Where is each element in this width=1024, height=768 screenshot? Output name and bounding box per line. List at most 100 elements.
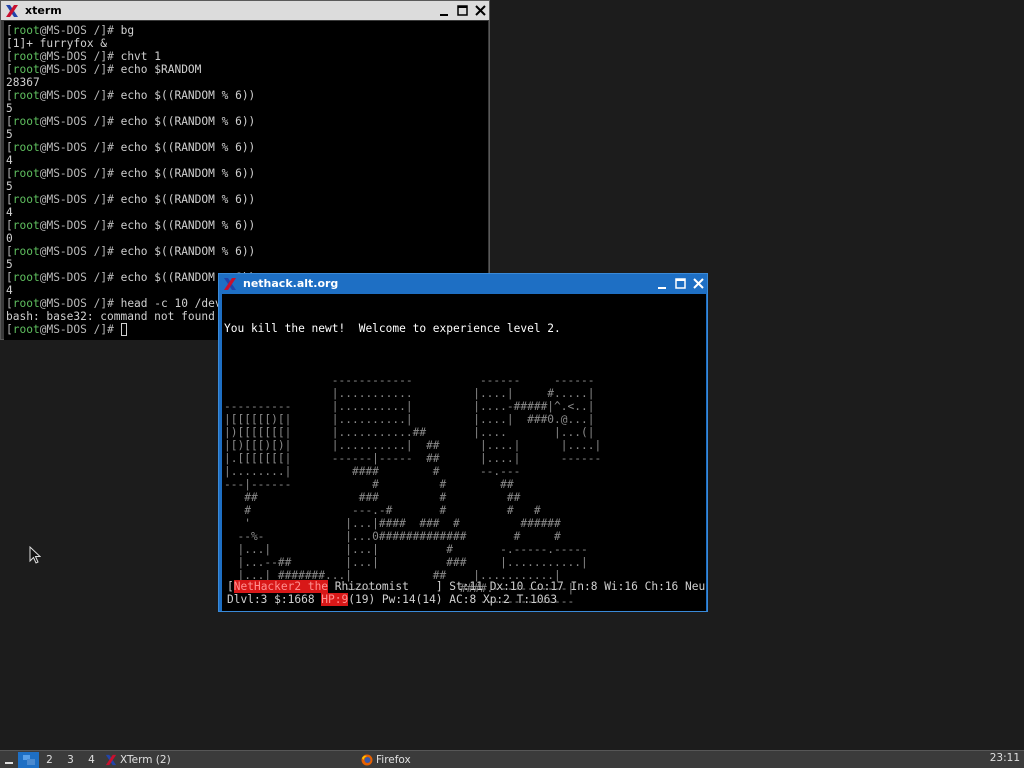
workspace-1[interactable]: [18, 751, 39, 768]
command-text: chvt 1: [120, 50, 161, 63]
prompt-line: [root@MS-DOS /]# echo $((RANDOM % 6)): [6, 219, 488, 232]
command-text: echo $((RANDOM % 6)): [120, 115, 256, 128]
prompt-host: MS-DOS: [46, 323, 87, 336]
prompt-line: [root@MS-DOS /]# echo $((RANDOM % 6)): [6, 89, 488, 102]
map-row: # ---.-# # # #: [224, 504, 541, 517]
prompt-host: MS-DOS: [46, 141, 87, 154]
prompt-user: root: [12, 63, 40, 76]
prompt-bracket: [: [6, 50, 13, 63]
status-line-2: Dlvl:3 $:1668 HP:9(19) Pw:14(14) AC:8 Xp…: [227, 593, 557, 606]
prompt-host: MS-DOS: [46, 167, 87, 180]
map-row: |[)[[[)[)| |..........| ## |....| |....|: [224, 439, 602, 452]
prompt-line: [root@MS-DOS /]# echo $((RANDOM % 6)): [6, 115, 488, 128]
map-row: ---|------ # # ##: [224, 478, 514, 491]
map-row: |...--## |...| ### |...........|: [224, 556, 588, 569]
map-row: ------------ ------ ------: [224, 374, 595, 387]
x-icon: [105, 754, 117, 765]
command-text: bg: [120, 24, 135, 37]
task-xterm[interactable]: XTerm (2): [102, 752, 358, 768]
workspace-4[interactable]: 4: [81, 752, 102, 768]
command-text: echo $((RANDOM % 6)): [120, 167, 256, 180]
prompt-bracket: ]#: [100, 63, 121, 76]
prompt-line: [root@MS-DOS /]# echo $RANDOM: [6, 63, 488, 76]
output-line: 5: [6, 180, 13, 193]
map-row: |[[[[[[)[| |..........| |....| ###0.@...…: [224, 413, 595, 426]
prompt-bracket: [: [6, 89, 13, 102]
show-desktop-button[interactable]: [0, 752, 18, 768]
map-row: |.[[[[[[[| ------|----- ## |....| ------: [224, 452, 602, 465]
close-icon: [692, 278, 704, 289]
prompt-path: /: [86, 193, 101, 206]
map-row: |........| #### # --.---: [224, 465, 521, 478]
close-button[interactable]: [471, 2, 489, 19]
taskbar: 2 3 4 XTerm (2) Firefox 23:11: [0, 750, 1024, 768]
prompt-user: root: [12, 89, 40, 102]
prompt-host: MS-DOS: [46, 245, 87, 258]
map-row: |........... |....| #.....|: [224, 387, 595, 400]
prompt-path: /: [86, 219, 101, 232]
output-line: 5: [6, 102, 13, 115]
text-cursor: [120, 323, 128, 336]
nethack-message: You kill the newt! Welcome to experience…: [224, 322, 561, 335]
prompt-path: /: [86, 245, 101, 258]
prompt-user: root: [12, 115, 40, 128]
prompt-bracket: [: [6, 219, 13, 232]
prompt-bracket: [: [6, 297, 13, 310]
prompt-line: [root@MS-DOS /]# chvt 1: [6, 50, 488, 63]
prompt-line: [root@MS-DOS /]# bg: [6, 24, 488, 37]
nethack-terminal[interactable]: You kill the newt! Welcome to experience…: [222, 294, 706, 611]
maximize-button[interactable]: [671, 275, 689, 292]
output-line: [1]+ furryfox &: [6, 37, 108, 50]
prompt-host: MS-DOS: [46, 89, 87, 102]
xterm-titlebar[interactable]: xterm: [1, 1, 489, 20]
prompt-path: /: [86, 24, 101, 37]
prompt-path: /: [86, 89, 101, 102]
map-row: |...| |...| # -.-----.-----: [224, 543, 588, 556]
output-line: 0: [6, 232, 13, 245]
prompt-bracket: [: [6, 323, 13, 336]
prompt-host: MS-DOS: [46, 219, 87, 232]
player-stats: Rhizotomist ] St:11 Dx:10 Co:17 In:8 Wi:…: [328, 580, 706, 593]
prompt-bracket: [: [6, 24, 13, 37]
prompt-bracket: ]#: [100, 24, 121, 37]
close-icon: [474, 5, 486, 16]
prompt-bracket: ]#: [100, 219, 121, 232]
prompt-bracket: ]#: [100, 115, 121, 128]
maximize-button[interactable]: [453, 2, 471, 19]
prompt-path: /: [86, 271, 101, 284]
firefox-icon: [361, 754, 373, 765]
clock[interactable]: 23:11: [990, 752, 1020, 764]
prompt-user: root: [12, 167, 40, 180]
minimize-button[interactable]: [435, 2, 453, 19]
hit-points: HP:9: [321, 593, 349, 606]
output-line: 28367: [6, 76, 40, 89]
prompt-bracket: ]#: [100, 297, 121, 310]
minimize-icon: [440, 13, 448, 16]
prompt-user: root: [12, 193, 40, 206]
prompt-path: /: [86, 50, 101, 63]
minimize-button[interactable]: [653, 275, 671, 292]
workspace-2[interactable]: 2: [39, 752, 60, 768]
map-row: ' |...|#### ### # ######: [224, 517, 561, 530]
output-line: 4: [6, 154, 13, 167]
close-button[interactable]: [689, 275, 707, 292]
nethack-titlebar[interactable]: nethack.alt.org: [219, 274, 707, 293]
workspace-3[interactable]: 3: [60, 752, 81, 768]
prompt-path: /: [86, 63, 101, 76]
task-firefox[interactable]: Firefox: [358, 752, 658, 768]
prompt-user: root: [12, 141, 40, 154]
prompt-bracket: ]#: [100, 50, 121, 63]
prompt-bracket: ]#: [100, 245, 121, 258]
nethack-window[interactable]: nethack.alt.org You kill the newt! Welco…: [218, 273, 708, 612]
prompt-host: MS-DOS: [46, 193, 87, 206]
prompt-user: root: [12, 24, 40, 37]
prompt-user: root: [12, 50, 40, 63]
prompt-line: [root@MS-DOS /]# echo $((RANDOM % 6)): [6, 167, 488, 180]
dungeon-level: Dlvl:3 $:1668: [227, 593, 322, 606]
prompt-path: /: [86, 115, 101, 128]
player-name: NetHacker2 the: [233, 580, 329, 593]
prompt-bracket: [: [6, 141, 13, 154]
prompt-host: MS-DOS: [46, 297, 87, 310]
window-title: nethack.alt.org: [243, 277, 339, 290]
prompt-path: /: [86, 141, 101, 154]
